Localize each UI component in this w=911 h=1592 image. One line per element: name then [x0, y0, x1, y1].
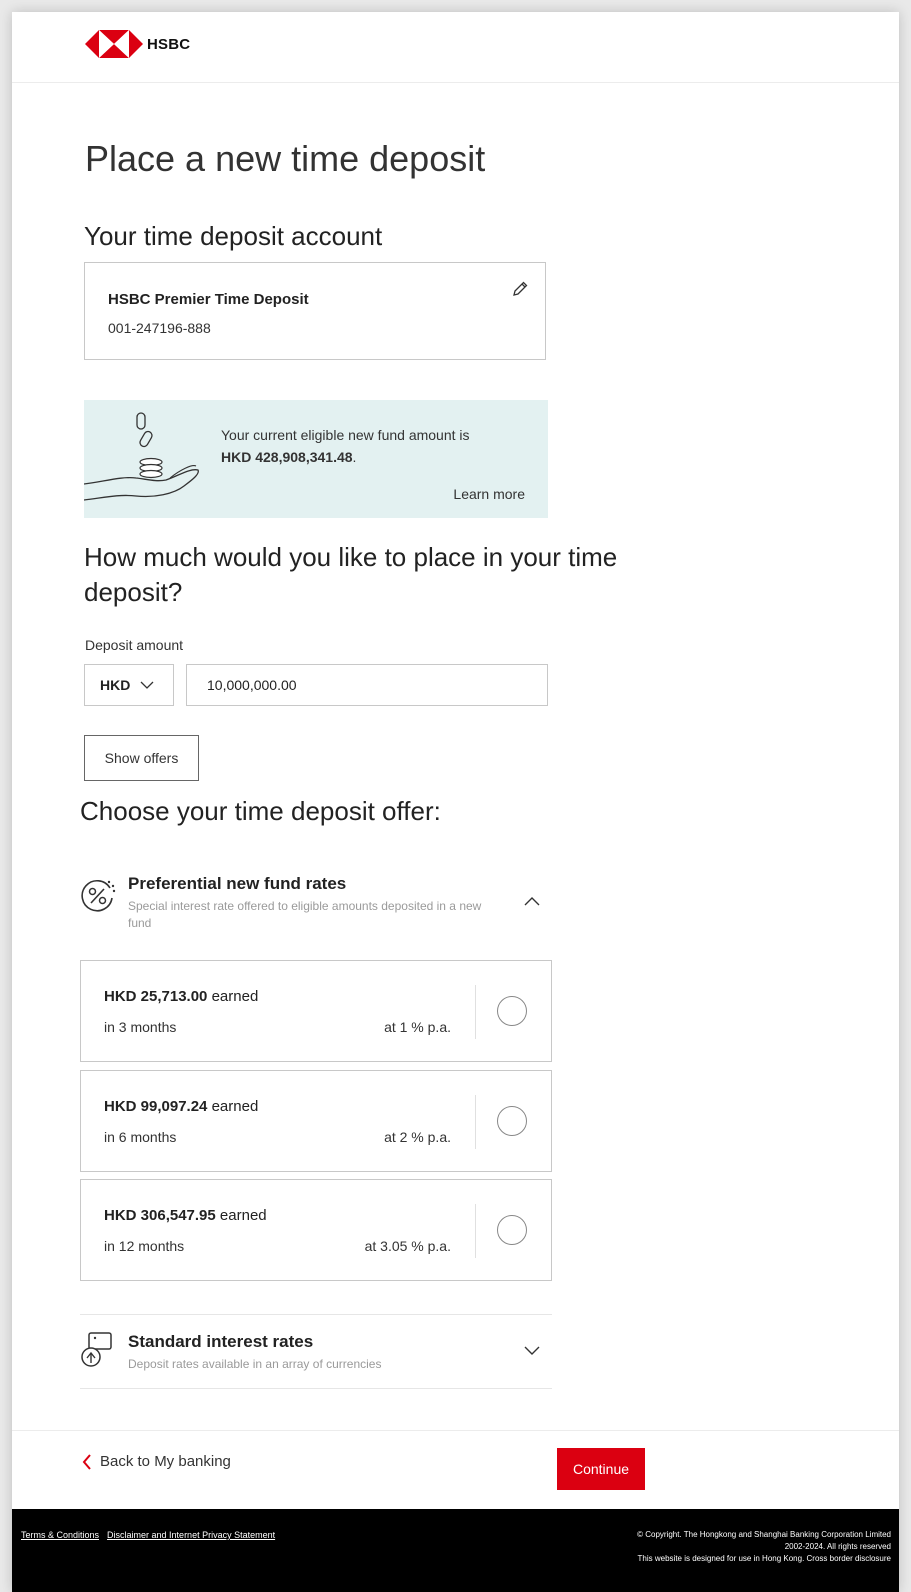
account-name: HSBC Premier Time Deposit: [108, 291, 309, 308]
copyright-text: © Copyright. The Hongkong and Shanghai B…: [531, 1529, 891, 1565]
footer-links: Terms & Conditions Disclaimer and Intern…: [21, 1530, 275, 1540]
offer-amount: HKD 25,713.00: [104, 988, 208, 1005]
chevron-left-icon: [82, 1453, 91, 1470]
offer-period: in 3 months: [104, 1019, 177, 1035]
offer-amount: HKD 306,547.95: [104, 1207, 216, 1224]
offer-earned: HKD 306,547.95 earned: [104, 1207, 267, 1224]
back-to-my-banking-link[interactable]: Back to My banking: [82, 1453, 231, 1470]
pencil-icon[interactable]: [511, 280, 529, 298]
offer-radio[interactable]: [497, 996, 527, 1026]
continue-button[interactable]: Continue: [557, 1448, 645, 1490]
offer-option-6-months[interactable]: HKD 99,097.24 earned in 6 months at 2 % …: [80, 1070, 552, 1172]
currency-value: HKD: [100, 677, 131, 693]
hsbc-logo[interactable]: HSBC: [85, 29, 190, 59]
standard-rates-title: Standard interest rates: [128, 1332, 314, 1351]
hsbc-hexagon-logo: [85, 30, 143, 58]
chevron-down-icon: [140, 681, 154, 689]
page-title: Place a new time deposit: [85, 138, 486, 179]
preferential-rates-accordion[interactable]: Preferential new fund rates Special inte…: [80, 874, 552, 934]
divider: [80, 1388, 552, 1389]
fund-text-after: .: [352, 449, 357, 465]
deposit-question: How much would you like to place in your…: [84, 542, 618, 607]
copyright-line: 2002-2024. All rights reserved: [784, 1542, 891, 1551]
offer-amount: HKD 99,097.24: [104, 1098, 208, 1115]
preferential-rates-title: Preferential new fund rates: [128, 874, 347, 893]
privacy-link[interactable]: Disclaimer and Internet Privacy Statemen…: [107, 1530, 275, 1540]
offer-earned: HKD 25,713.00 earned: [104, 988, 258, 1005]
copyright-line: © Copyright. The Hongkong and Shanghai B…: [637, 1530, 891, 1539]
offer-radio[interactable]: [497, 1106, 527, 1136]
divider: [80, 1314, 552, 1315]
hand-with-coins-illustration: [84, 412, 199, 501]
copyright-line: This website is designed for use in Hong…: [637, 1554, 891, 1563]
offer-rate: at 1 % p.a.: [384, 1019, 451, 1035]
currency-select[interactable]: HKD: [84, 664, 174, 706]
deposit-amount-input[interactable]: [186, 664, 548, 706]
chevron-up-icon: [524, 897, 540, 906]
account-number: 001-247196-888: [108, 320, 211, 336]
page-frame: HSBC Place a new time deposit Your time …: [12, 12, 899, 1592]
standard-rates-accordion[interactable]: Standard interest rates Deposit rates av…: [80, 1332, 552, 1378]
fund-message: Your current eligible new fund amount is…: [221, 424, 470, 468]
offer-period: in 12 months: [104, 1238, 185, 1254]
offer-divider: [475, 985, 476, 1039]
site-footer: Terms & Conditions Disclaimer and Intern…: [12, 1509, 899, 1592]
action-bar: [12, 1430, 899, 1511]
terms-link[interactable]: Terms & Conditions: [21, 1530, 99, 1540]
preferential-rates-description: Special interest rate offered to eligibl…: [128, 899, 482, 930]
offer-option-3-months[interactable]: HKD 25,713.00 earned in 3 months at 1 % …: [80, 960, 552, 1062]
account-section-title: Your time deposit account: [84, 221, 383, 251]
standard-rates-description: Deposit rates available in an array of c…: [128, 1357, 382, 1371]
offer-earned-label: earned: [211, 988, 259, 1005]
fund-text-before: Your current eligible new fund amount is: [221, 427, 470, 443]
account-card: HSBC Premier Time Deposit 001-247196-888: [84, 262, 546, 360]
show-offers-button[interactable]: Show offers: [84, 735, 199, 781]
offer-radio[interactable]: [497, 1215, 527, 1245]
deposit-amount-label: Deposit amount: [85, 637, 184, 653]
offer-rate: at 3.05 % p.a.: [364, 1238, 451, 1254]
new-fund-banner: Your current eligible new fund amount is…: [84, 400, 548, 518]
header: HSBC: [12, 12, 899, 83]
offer-option-12-months[interactable]: HKD 306,547.95 earned in 12 months at 3.…: [80, 1179, 552, 1281]
fund-amount: HKD 428,908,341.48: [221, 449, 353, 465]
offer-divider: [475, 1095, 476, 1149]
back-label: Back to My banking: [100, 1453, 231, 1470]
offers-section-title: Choose your time deposit offer:: [80, 796, 441, 826]
offer-divider: [475, 1204, 476, 1258]
offer-earned-label: earned: [219, 1207, 267, 1224]
offer-earned-label: earned: [211, 1098, 259, 1115]
offer-earned: HKD 99,097.24 earned: [104, 1098, 258, 1115]
offer-period: in 6 months: [104, 1129, 177, 1145]
learn-more-link[interactable]: Learn more: [453, 486, 525, 502]
percent-badge-icon: [81, 879, 116, 912]
brand-name: HSBC: [147, 35, 191, 53]
offer-rate: at 2 % p.a.: [384, 1129, 451, 1145]
currency-exchange-icon: [81, 1332, 112, 1367]
chevron-down-icon: [524, 1346, 540, 1355]
